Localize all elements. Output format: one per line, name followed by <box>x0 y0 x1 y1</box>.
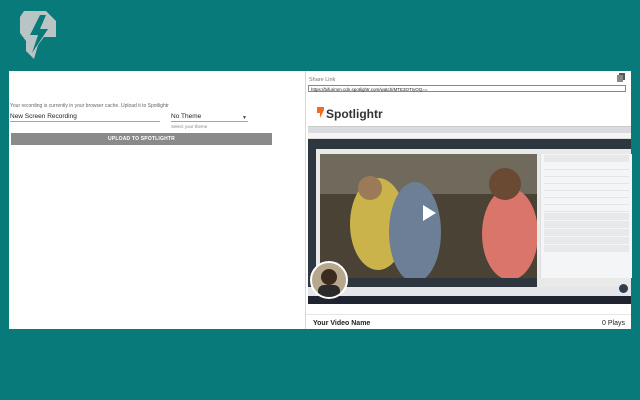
theme-help-text: Select your theme <box>171 124 208 129</box>
webcam-bubble <box>310 261 348 299</box>
os-taskbar <box>308 296 631 304</box>
copy-icon[interactable] <box>617 73 625 82</box>
chat-icon[interactable] <box>619 284 628 293</box>
share-link-label: Share Link <box>309 77 336 83</box>
recording-name-input[interactable]: New Screen Recording <box>10 113 160 122</box>
video-thumbnail[interactable] <box>308 126 632 304</box>
share-link-input[interactable]: https://bifurimm.cdn.spotlightr.com/watc… <box>308 85 626 92</box>
play-icon[interactable] <box>421 204 437 222</box>
app-logo-icon <box>20 11 56 59</box>
download-bar <box>308 287 631 296</box>
player-settings-panel <box>540 154 632 278</box>
video-footer: Your Video Name 0 Plays <box>306 314 631 330</box>
spotlightr-brand: Spotlightr <box>326 107 383 121</box>
upload-button[interactable]: UPLOAD TO SPOTLIGHTR <box>11 133 272 145</box>
dropdown-caret-icon[interactable]: ▼ <box>242 115 247 121</box>
play-count: 0 Plays <box>602 320 625 327</box>
player-control-bar <box>320 278 537 287</box>
app-header-bar <box>308 139 631 149</box>
cache-message: Your recording is currently in your brow… <box>10 103 169 109</box>
upload-section: Your recording is currently in your brow… <box>9 71 305 329</box>
preview-section: Share Link https://bifurimm.cdn.spotligh… <box>306 71 632 330</box>
spotlightr-logo-icon <box>317 107 324 118</box>
recording-panel: Your recording is currently in your brow… <box>9 71 632 330</box>
video-player[interactable] <box>320 154 537 278</box>
theme-select[interactable]: No Theme <box>171 113 248 122</box>
video-name: Your Video Name <box>313 320 371 327</box>
